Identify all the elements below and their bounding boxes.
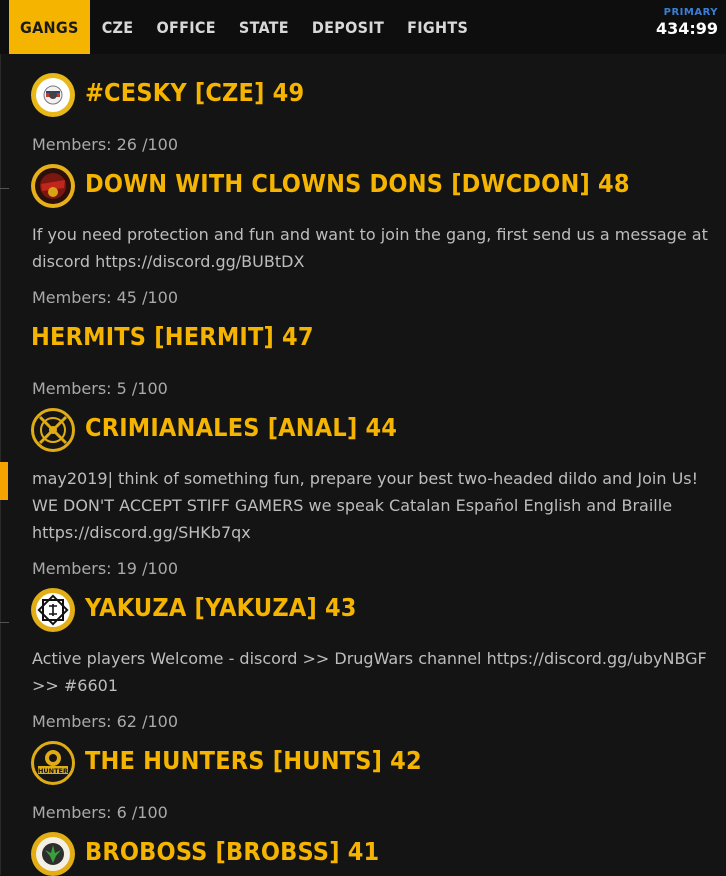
gang-card-title: YAKUZA [YAKUZA] 43 bbox=[85, 593, 357, 622]
gang-members-count: Members: 6 /100 bbox=[32, 803, 168, 822]
gang-card-title: THE HUNTERS [HUNTS] 42 bbox=[85, 746, 422, 775]
gang-name-link[interactable]: THE HUNTERS [HUNTS] 42 bbox=[85, 746, 422, 775]
cesky-emblem-icon bbox=[31, 73, 75, 117]
gang-name-link[interactable]: CRIMIANALES [ANAL] 44 bbox=[85, 413, 397, 442]
yakuza-emblem-icon bbox=[31, 588, 75, 632]
broboss-emblem-icon bbox=[31, 832, 75, 876]
gang-members-count: Members: 26 /100 bbox=[32, 135, 178, 154]
gang-members-count: Members: 45 /100 bbox=[32, 288, 178, 307]
gang-name-link[interactable]: BROBOSS [BROBSS] 41 bbox=[85, 837, 379, 866]
gang-description: may2019| think of something fun, prepare… bbox=[32, 469, 699, 542]
gang-card-title: HERMITS [HERMIT] 47 bbox=[31, 322, 314, 351]
gang-description: If you need protection and fun and want … bbox=[32, 225, 708, 271]
gang-list: #CESKY [CZE] 49 Members: 26 /100 DOWN WI… bbox=[0, 0, 726, 876]
gang-card-title: DOWN WITH CLOWNS DONS [DWCDON] 48 bbox=[85, 169, 630, 198]
gang-name-link[interactable]: YAKUZA [YAKUZA] 43 bbox=[85, 593, 357, 622]
anal-emblem-icon bbox=[31, 408, 75, 452]
dwcdon-emblem-icon bbox=[31, 164, 75, 208]
gang-description: Active players Welcome - discord >> Drug… bbox=[32, 649, 707, 695]
gang-card-title: CRIMIANALES [ANAL] 44 bbox=[85, 413, 397, 442]
gang-name-link[interactable]: DOWN WITH CLOWNS DONS [DWCDON] 48 bbox=[85, 169, 630, 198]
gang-members-count: Members: 5 /100 bbox=[32, 379, 168, 398]
gang-name-link[interactable]: HERMITS [HERMIT] 47 bbox=[31, 322, 314, 351]
gang-members-count: Members: 62 /100 bbox=[32, 712, 178, 731]
gang-name-link[interactable]: #CESKY [CZE] 49 bbox=[85, 78, 304, 107]
gang-card-title: BROBOSS [BROBSS] 41 bbox=[85, 837, 379, 866]
hunter-emblem-icon: HUNTER bbox=[31, 741, 75, 785]
gang-card-title: #CESKY [CZE] 49 bbox=[85, 78, 304, 107]
gang-members-count: Members: 19 /100 bbox=[32, 559, 178, 578]
hunter-emblem-text: HUNTER bbox=[38, 767, 68, 775]
